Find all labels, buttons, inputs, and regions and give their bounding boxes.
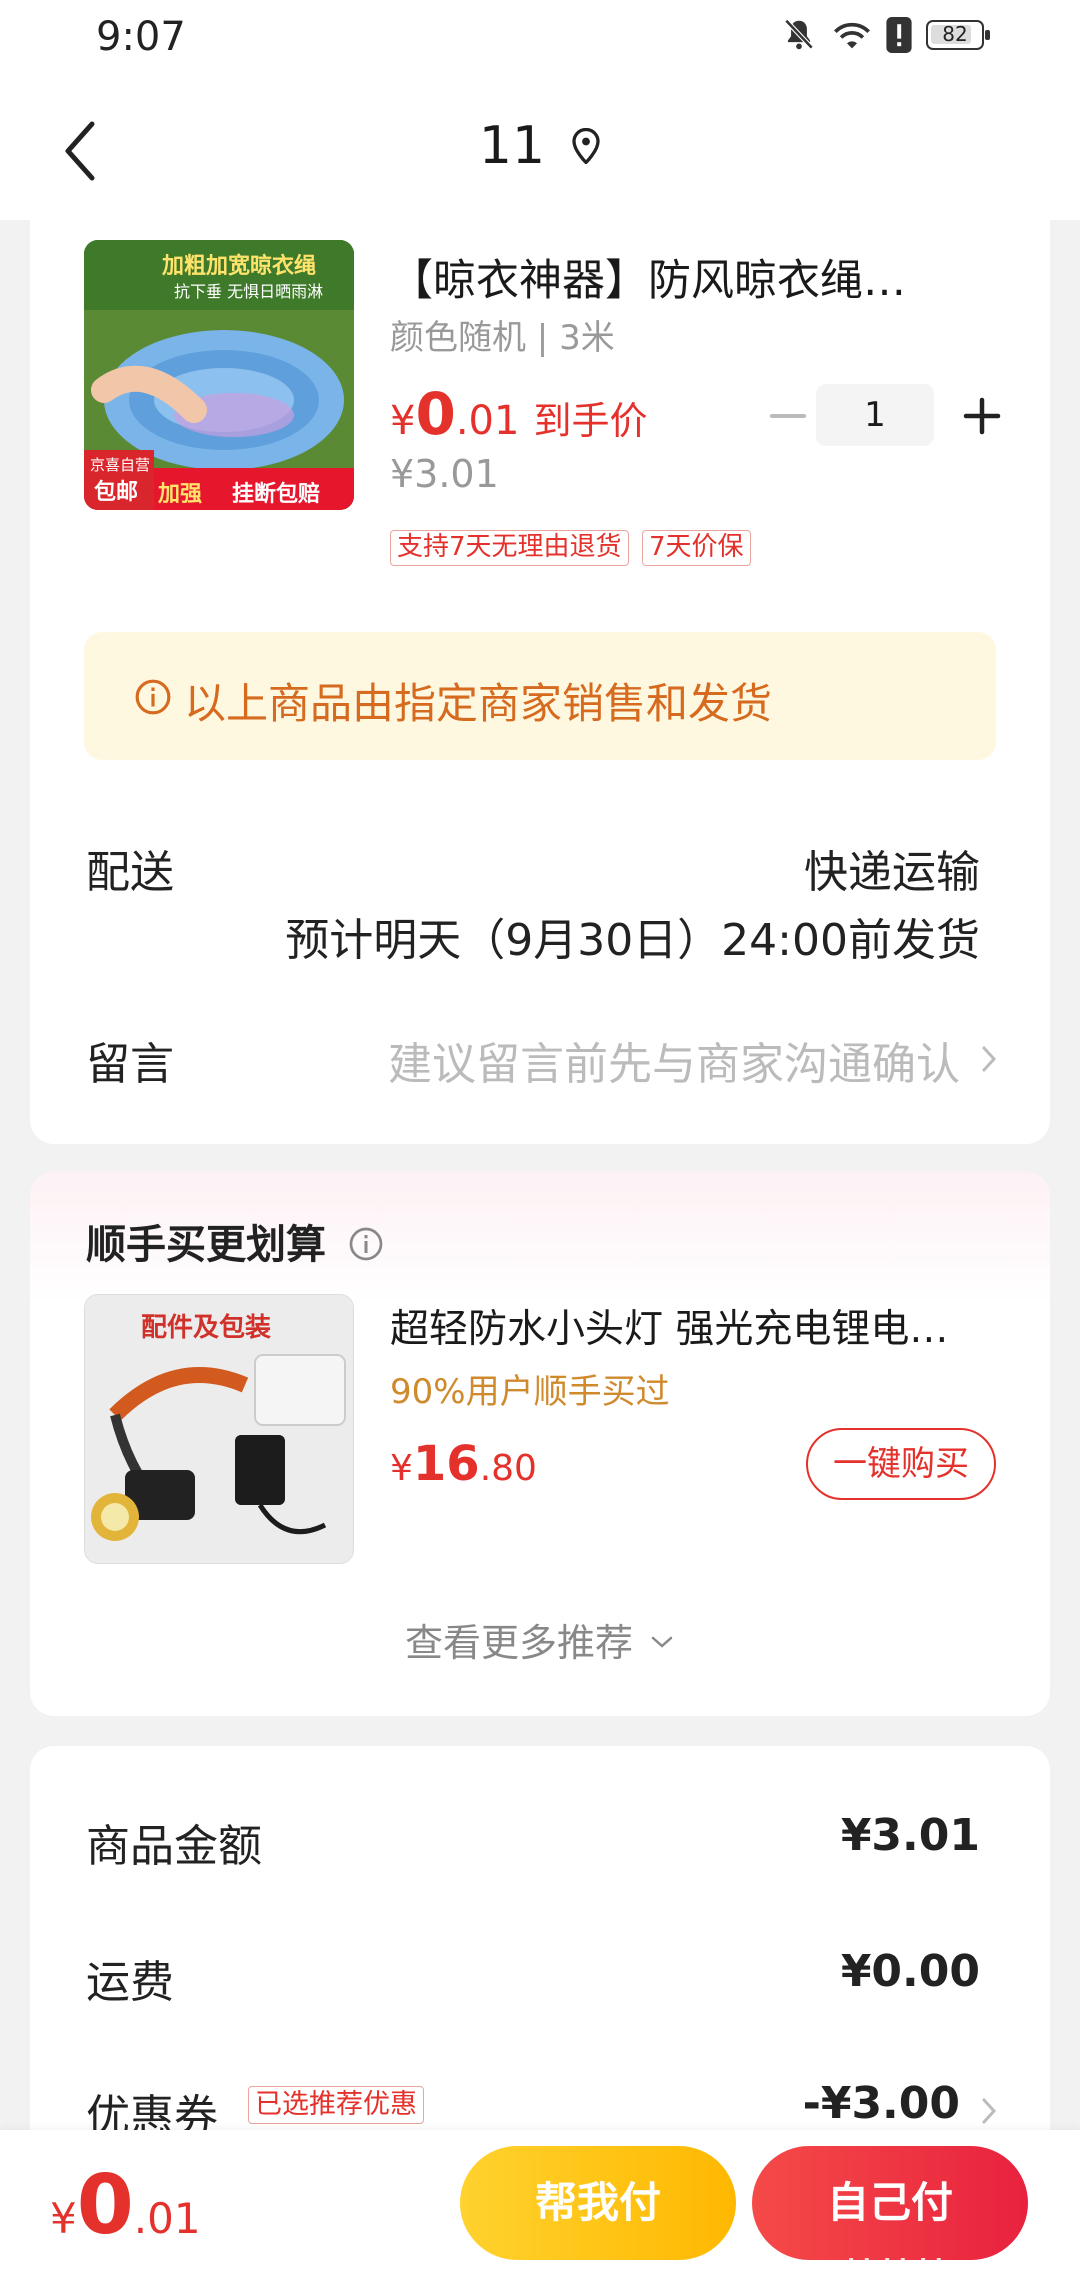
alert-icon <box>886 17 912 53</box>
location-pin-icon <box>572 128 600 164</box>
recommend-price-decimal: .80 <box>479 1448 537 1489</box>
status-icons: 82 <box>780 16 990 54</box>
product-image-badge1: 京喜自营 <box>90 456 151 474</box>
product-image-text-top: 加粗加宽晾衣绳 <box>162 254 317 279</box>
recommend-product-price: ¥16.80 <box>390 1436 537 1492</box>
total-integer: 0 <box>76 2158 134 2253</box>
address-title-text: 11 <box>478 116 546 176</box>
battery-level: 82 <box>942 22 968 46</box>
quantity-plus-button[interactable] <box>954 388 1010 444</box>
delivery-label: 配送 <box>86 847 174 898</box>
info-icon[interactable] <box>348 1226 384 1262</box>
recommend-product-subtitle: 90%用户顺手买过 <box>390 1372 670 1412</box>
help-me-pay-button[interactable]: 帮我付 <box>460 2146 736 2260</box>
pay-myself-button[interactable]: 自己付 zhizhizhi.com <box>752 2146 1028 2280</box>
price-decimal: .01 <box>455 398 520 444</box>
product-image[interactable]: 加粗加宽晾衣绳 抗下垂 无惧日晒雨淋 京喜自营 包邮 加强 挂断包赔 <box>84 240 354 510</box>
recommend-title: 顺手买更划算 <box>86 1212 384 1270</box>
return-policy-tag: 支持7天无理由退货 <box>390 530 629 566</box>
quantity-value[interactable]: 1 <box>816 384 934 446</box>
more-recommend-text: 查看更多推荐 <box>404 1621 633 1665</box>
product-image-bottom2: 挂断包赔 <box>232 482 321 507</box>
product-spec: 颜色随机 | 3米 <box>390 318 615 358</box>
original-price: ¥3.01 <box>390 452 499 496</box>
shipping-label: 运费 <box>86 1957 174 2008</box>
delivery-estimate: 预计明天（9月30日）24:00前发货 <box>285 915 980 966</box>
top-nav: 11 <box>0 80 1080 220</box>
quantity-minus-button[interactable] <box>760 388 816 444</box>
wifi-icon <box>834 22 870 49</box>
recommend-title-text: 顺手买更划算 <box>86 1222 326 1268</box>
goods-amount-label: 商品金额 <box>86 1821 262 1872</box>
message-label: 留言 <box>86 1039 174 1090</box>
more-recommend-link[interactable]: 查看更多推荐 <box>30 1612 1050 1667</box>
total-decimal: .01 <box>133 2194 201 2243</box>
chevron-right-icon <box>982 1046 997 1072</box>
price-protect-tag: 7天价保 <box>642 530 751 566</box>
goods-amount-value: ¥3.01 <box>840 1810 980 1861</box>
delivery-method[interactable]: 快递运输 <box>804 836 980 900</box>
one-click-buy-button[interactable]: 一键购买 <box>806 1428 996 1500</box>
recommend-product-image[interactable]: 配件及包装 <box>84 1294 354 1564</box>
watermark-text: zhizhizhi.com <box>834 2256 1002 2280</box>
product-price: ¥0.01 到手价 <box>390 380 647 448</box>
message-input[interactable]: 建议留言前先与商家沟通确认 <box>388 1028 960 1092</box>
total-symbol: ¥ <box>50 2194 77 2243</box>
recommend-image-text: 配件及包装 <box>141 1313 272 1343</box>
chevron-down-icon <box>651 1636 673 1648</box>
price-symbol: ¥ <box>390 398 416 444</box>
coupon-tag: 已选推荐优惠 <box>248 2086 424 2124</box>
info-circle-icon <box>135 679 171 715</box>
total-price: ¥0.01 <box>50 2158 201 2253</box>
status-time: 9:07 <box>96 14 186 60</box>
address-title[interactable]: 11 <box>0 116 1080 176</box>
seller-notice-text: 以上商品由指定商家销售和发货 <box>184 679 773 728</box>
recommend-price-integer: 16 <box>412 1436 480 1492</box>
mute-bell-icon <box>784 19 814 50</box>
shipping-value: ¥0.00 <box>840 1946 980 1997</box>
battery-icon: 82 <box>926 20 990 50</box>
coupon-value[interactable]: -¥3.00 <box>803 2078 960 2129</box>
recommend-card: 顺手买更划算 配件及包装 超轻防水小头灯 强光充电锂电… 90%用户顺手买过 ¥… <box>30 1172 1050 1716</box>
product-image-text-sub: 抗下垂 无惧日晒雨淋 <box>174 282 324 301</box>
price-integer: 0 <box>415 380 456 448</box>
price-label: 到手价 <box>533 399 648 443</box>
status-bar: 9:07 82 <box>0 0 1080 80</box>
recommend-product-title[interactable]: 超轻防水小头灯 强光充电锂电… <box>390 1298 1010 1354</box>
product-image-bottom1: 加强 <box>158 482 203 507</box>
product-image-badge2: 包邮 <box>94 480 139 505</box>
order-item-card: 加粗加宽晾衣绳 抗下垂 无惧日晒雨淋 京喜自营 包邮 加强 挂断包赔 【晾衣神器… <box>30 220 1050 1144</box>
checkout-bar: ¥0.01 帮我付 自己付 zhizhizhi.com <box>0 2130 1080 2280</box>
product-title[interactable]: 【晾衣神器】防风晾衣绳… <box>390 246 1010 308</box>
recommend-price-symbol: ¥ <box>390 1448 413 1489</box>
seller-notice: 以上商品由指定商家销售和发货 <box>84 632 996 760</box>
coupon-chevron-icon <box>982 2098 997 2124</box>
